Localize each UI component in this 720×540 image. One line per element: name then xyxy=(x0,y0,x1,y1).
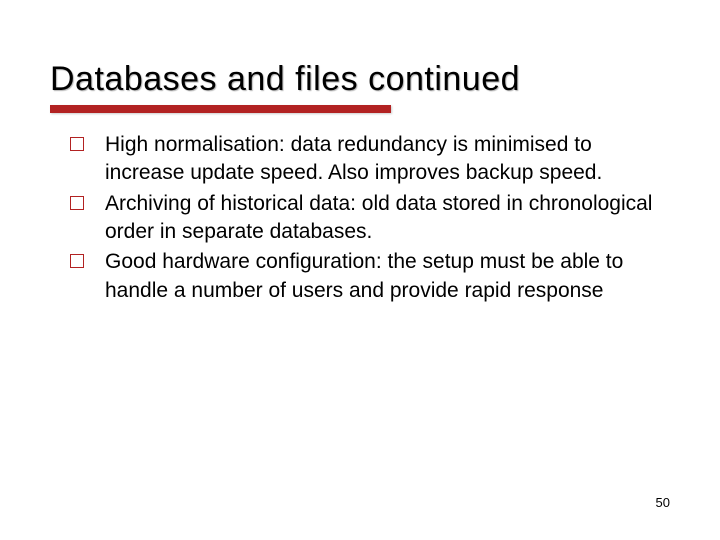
square-bullet-icon xyxy=(70,137,84,151)
bullet-item: High normalisation: data redundancy is m… xyxy=(70,131,670,188)
square-bullet-icon xyxy=(70,196,84,210)
bullet-item: Good hardware configuration: the setup m… xyxy=(70,248,670,305)
title-underline xyxy=(50,105,391,113)
slide-container: Databases and files continued High norma… xyxy=(0,0,720,540)
bullet-text: High normalisation: data redundancy is m… xyxy=(105,133,602,184)
bullet-list: High normalisation: data redundancy is m… xyxy=(50,131,670,305)
bullet-text: Good hardware configuration: the setup m… xyxy=(105,250,623,301)
bullet-text: Archiving of historical data: old data s… xyxy=(105,192,652,243)
square-bullet-icon xyxy=(70,254,84,268)
page-number: 50 xyxy=(656,495,670,510)
slide-title: Databases and files continued xyxy=(50,60,670,99)
bullet-item: Archiving of historical data: old data s… xyxy=(70,190,670,247)
